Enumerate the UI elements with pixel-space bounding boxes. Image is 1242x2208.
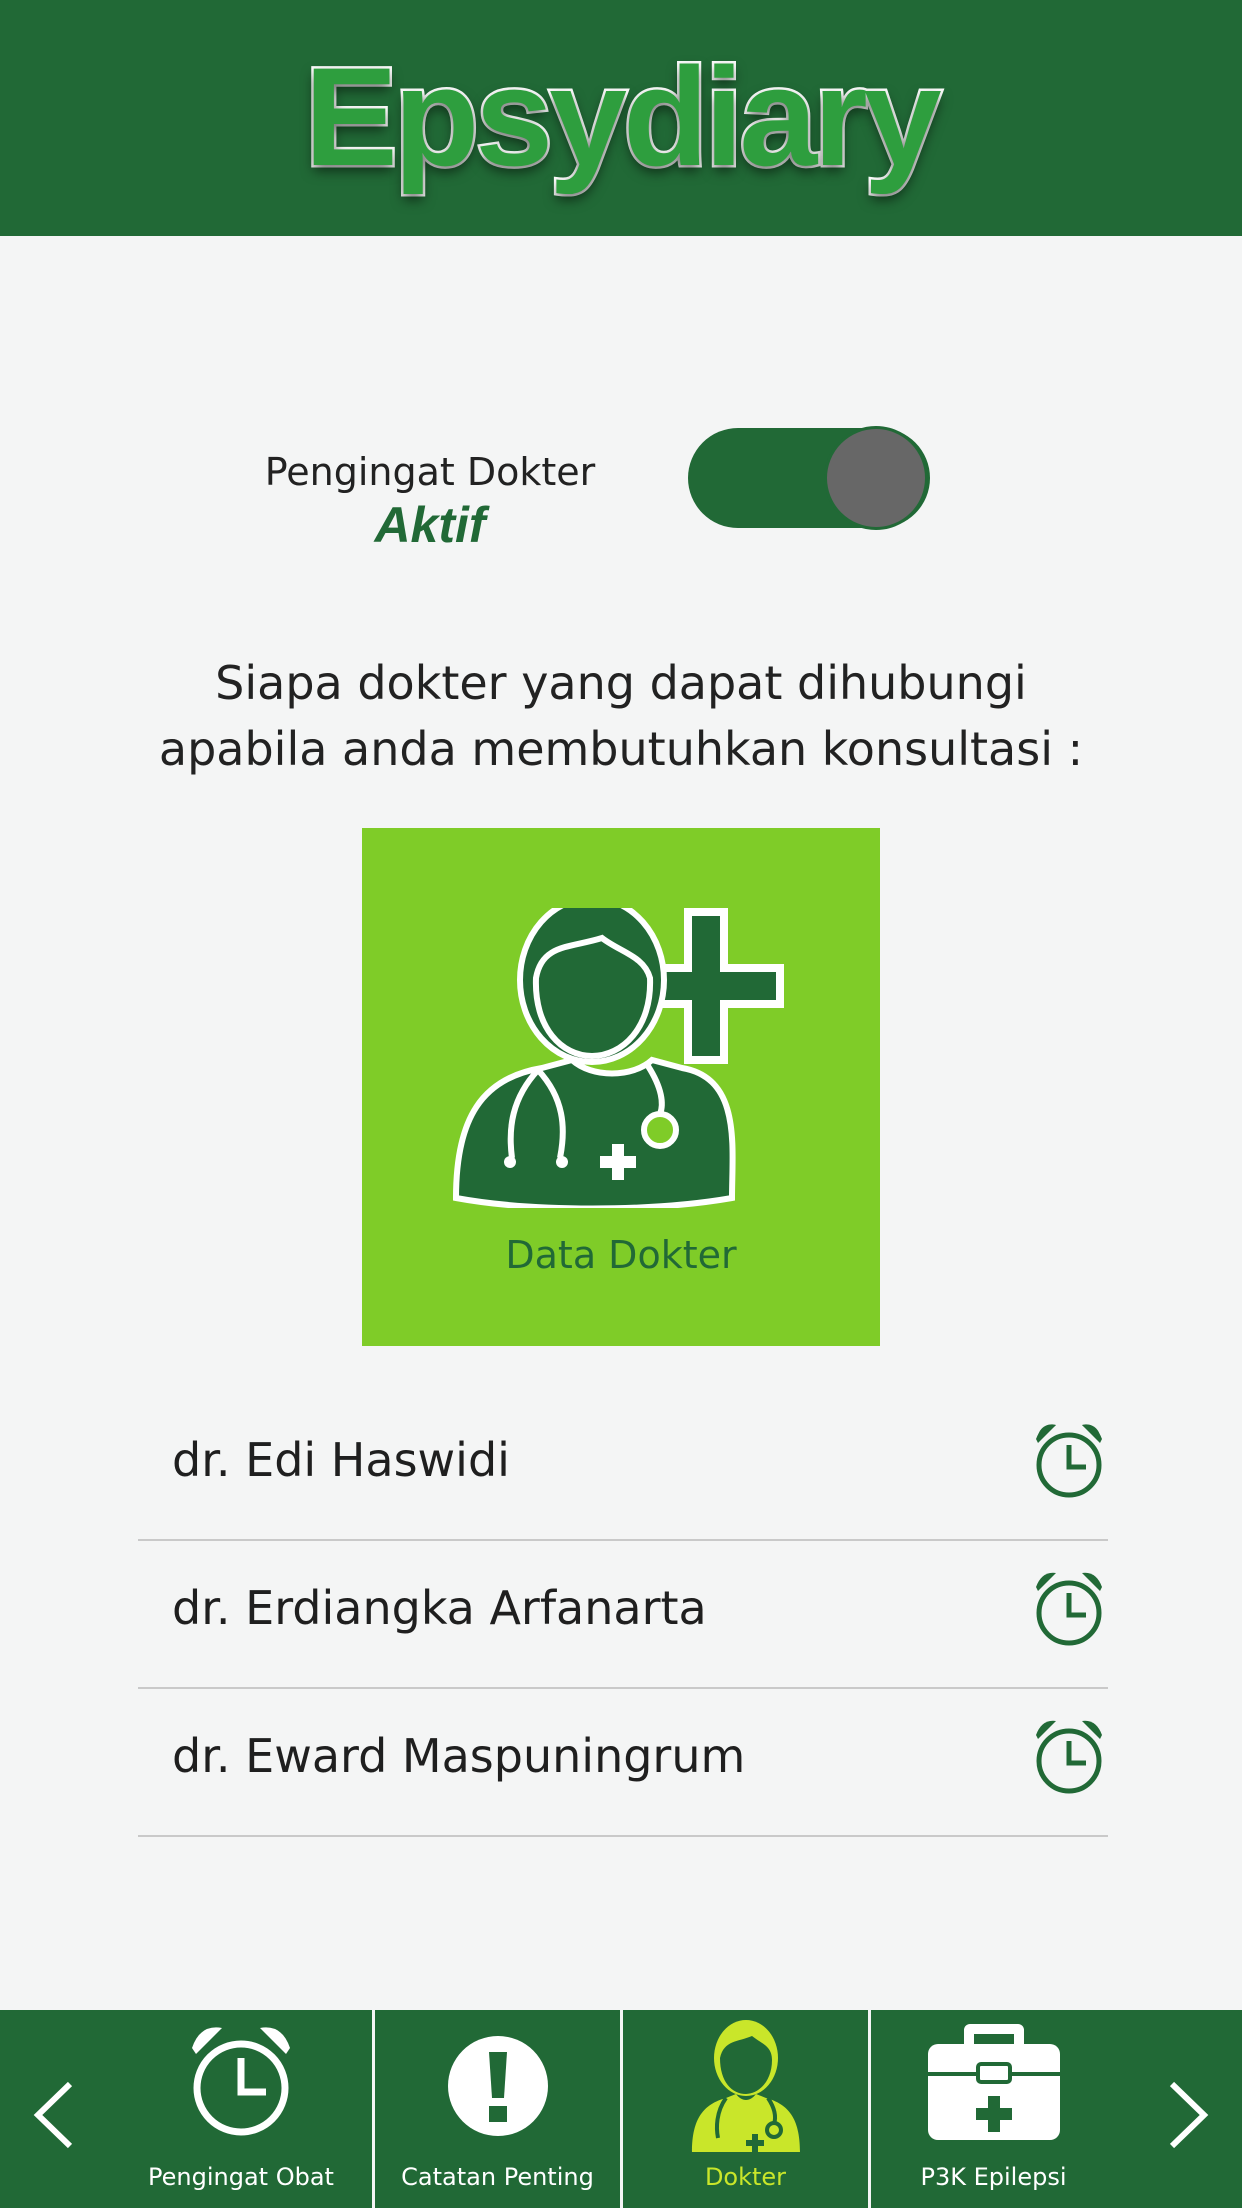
exclamation-icon [447, 2036, 548, 2136]
nav-label: Dokter [704, 2163, 787, 2191]
doctor-list-item[interactable]: dr. Erdiangka Arfanarta [138, 1541, 1108, 1689]
nav-item-dokter[interactable]: Dokter [623, 2010, 868, 2208]
bottom-nav: Pengingat Obat Catatan Penting Dokter P3… [0, 2010, 1242, 2208]
data-dokter-label: Data Dokter [505, 1233, 737, 1277]
nav-prev-button[interactable] [0, 2010, 110, 2208]
doctor-name: dr. Edi Haswidi [172, 1433, 510, 1487]
nav-item-catatan-penting[interactable]: Catatan Penting [375, 2010, 620, 2208]
question-line-2: apabila anda membutuhkan konsultasi : [158, 722, 1084, 776]
reminder-label: Pengingat Dokter [264, 450, 596, 494]
alarm-clock-icon[interactable] [1032, 1715, 1106, 1795]
app-header: Epsydiary [0, 0, 1242, 236]
doctor-add-icon [452, 908, 784, 1208]
doctor-name: dr. Erdiangka Arfanarta [172, 1581, 707, 1635]
doctor-name: dr. Eward Maspuningrum [172, 1729, 746, 1783]
nav-item-p3k-epilepsi[interactable]: P3K Epilepsi [871, 2010, 1116, 2208]
data-dokter-button[interactable]: Data Dokter [362, 828, 880, 1346]
question-line-1: Siapa dokter yang dapat dihubungi [215, 656, 1027, 710]
doctor-reminder-status: Pengingat Dokter Aktif [230, 450, 630, 554]
doctor-list-item[interactable]: dr. Edi Haswidi [138, 1393, 1108, 1541]
first-aid-kit-icon [927, 2024, 1060, 2140]
nav-label: Pengingat Obat [148, 2163, 334, 2191]
doctor-list: dr. Edi Haswidi dr. Erdiangka Arfanarta … [138, 1393, 1108, 1837]
alarm-clock-icon[interactable] [1032, 1567, 1106, 1647]
nav-label: Catatan Penting [401, 2163, 594, 2191]
consultation-question: Siapa dokter yang dapat dihubungi apabil… [0, 650, 1242, 782]
nav-item-pengingat-obat[interactable]: Pengingat Obat [110, 2010, 372, 2208]
toggle-knob[interactable] [824, 426, 928, 530]
nav-label: P3K Epilepsi [920, 2163, 1067, 2191]
alarm-clock-icon[interactable] [1032, 1419, 1106, 1499]
chevron-right-icon [1169, 2081, 1209, 2149]
alarm-clock-icon [192, 2027, 290, 2136]
reminder-toggle[interactable] [688, 426, 930, 530]
reminder-status-text: Aktif [374, 497, 486, 553]
doctor-list-item[interactable]: dr. Eward Maspuningrum [138, 1689, 1108, 1837]
nav-next-button[interactable] [1132, 2010, 1242, 2208]
chevron-left-icon [33, 2081, 73, 2149]
doctor-icon [691, 2020, 800, 2152]
app-logo: Epsydiary [302, 37, 944, 196]
